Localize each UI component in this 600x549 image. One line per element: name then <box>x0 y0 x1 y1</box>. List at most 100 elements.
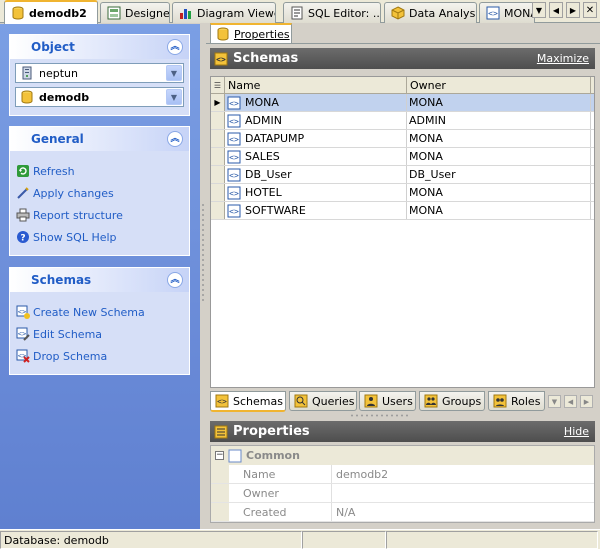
collapse-icon[interactable]: ︽ <box>167 272 183 288</box>
property-grid[interactable]: − Common Name demodb2 Owner Created N/A <box>210 445 595 523</box>
close-icon: ✕ <box>585 4 595 16</box>
table-row[interactable]: <> SOFTWARE MONA <box>211 202 594 220</box>
column-header-name[interactable]: Name <box>225 77 407 93</box>
maximize-link[interactable]: Maximize <box>537 52 589 65</box>
object-group-header[interactable]: Object ︽ <box>10 35 189 59</box>
drop-schema-task[interactable]: <> Drop Schema <box>10 345 189 367</box>
tab-list-dropdown-button[interactable]: ▼ <box>532 2 546 18</box>
row-indicator[interactable] <box>211 130 225 147</box>
database-select[interactable]: demodb ▼ <box>15 87 184 107</box>
schema-name: HOTEL <box>245 186 282 199</box>
chevron-down-icon[interactable]: ▼ <box>166 65 182 81</box>
owner-cell[interactable]: DB_User <box>407 166 591 183</box>
svg-text:<>: <> <box>229 171 239 180</box>
create-new-schema-task[interactable]: <> Create New Schema <box>10 301 189 323</box>
apply-changes-icon <box>17 187 29 199</box>
tab-scroll-right-button[interactable]: ▶ <box>580 395 593 408</box>
sql-icon <box>291 6 303 20</box>
arrow-right-icon: ▶ <box>569 5 577 15</box>
owner-cell[interactable]: MONA <box>407 130 591 147</box>
apply-changes-task[interactable]: Apply changes <box>10 182 189 204</box>
column-header-owner[interactable]: Owner <box>407 77 591 93</box>
name-cell[interactable]: <> DATAPUMP <box>225 130 407 147</box>
splitter-grip[interactable] <box>350 414 410 417</box>
row-indicator[interactable] <box>211 166 225 183</box>
tab-sql-editor[interactable]: SQL Editor: ... <box>283 2 381 23</box>
name-cell[interactable]: <> ADMIN <box>225 112 407 129</box>
property-value[interactable] <box>332 484 594 502</box>
database-icon <box>217 27 229 41</box>
name-cell[interactable]: <> HOTEL <box>225 184 407 201</box>
tab-scroll-right-button[interactable]: ▶ <box>566 2 580 18</box>
property-row[interactable]: Name demodb2 <box>211 465 594 484</box>
schemas-grid[interactable]: ☰ Name Owner ▶ <> MONA MONA <> ADMIN ADMIN <> DA… <box>210 76 595 388</box>
owner-cell[interactable]: MONA <box>407 202 591 219</box>
tab-designer[interactable]: Designer <box>100 2 170 23</box>
name-cell[interactable]: <> SALES <box>225 148 407 165</box>
chevron-down-icon: ▼ <box>551 397 558 406</box>
table-row[interactable]: <> DB_User DB_User <box>211 166 594 184</box>
server-select[interactable]: neptun ▼ <box>15 63 184 83</box>
tab-roles[interactable]: Roles <box>488 391 545 411</box>
row-indicator[interactable]: ▶ <box>211 94 225 111</box>
property-row[interactable]: Owner <box>211 484 594 503</box>
row-indicator[interactable] <box>211 112 225 129</box>
show-sql-help-task[interactable]: ? Show SQL Help <box>10 226 189 248</box>
schemas-group-header[interactable]: Schemas ︽ <box>10 268 189 292</box>
row-indicator[interactable] <box>211 202 225 219</box>
tab-scroll-left-button[interactable]: ◀ <box>549 2 563 18</box>
server-icon <box>22 66 32 80</box>
table-row[interactable]: <> ADMIN ADMIN <box>211 112 594 130</box>
document-tab-strip: demodb2 Designer Diagram Viewer SQL Edit… <box>0 0 600 24</box>
column-chooser-icon[interactable]: ☰ <box>211 77 225 93</box>
tab-users[interactable]: Users <box>359 391 416 411</box>
property-row[interactable]: Created N/A <box>211 503 594 522</box>
panel-title: Schemas <box>233 51 299 66</box>
owner-cell[interactable]: MONA <box>407 184 591 201</box>
table-row[interactable]: <> SALES MONA <box>211 148 594 166</box>
tab-queries[interactable]: Queries <box>289 391 357 411</box>
tab-scroll-left-button[interactable]: ◀ <box>564 395 577 408</box>
general-group-header[interactable]: General ︽ <box>10 127 189 151</box>
close-tab-button[interactable]: ✕ <box>583 2 597 18</box>
property-value[interactable]: demodb2 <box>332 465 594 483</box>
chevron-down-icon[interactable]: ▼ <box>166 89 182 105</box>
owner-cell[interactable]: ADMIN <box>407 112 591 129</box>
property-value[interactable]: N/A <box>332 503 594 521</box>
name-cell[interactable]: <> DB_User <box>225 166 407 183</box>
collapse-icon[interactable]: ︽ <box>167 131 183 147</box>
tab-mona[interactable]: <> MONA <box>479 2 535 23</box>
refresh-task[interactable]: Refresh <box>10 160 189 182</box>
tab-properties[interactable]: Properties <box>210 23 292 43</box>
tab-demodb2[interactable]: demodb2 <box>4 0 98 24</box>
hide-link[interactable]: Hide <box>564 425 589 438</box>
status-pane <box>302 531 386 549</box>
tab-groups[interactable]: Groups <box>419 391 485 411</box>
schema-icon: <> <box>227 96 241 109</box>
name-cell[interactable]: <> SOFTWARE <box>225 202 407 219</box>
row-indicator[interactable] <box>211 148 225 165</box>
table-row[interactable]: <> HOTEL MONA <box>211 184 594 202</box>
collapse-icon[interactable]: ︽ <box>167 39 183 55</box>
edit-schema-icon: <> <box>16 327 30 341</box>
table-row[interactable]: ▶ <> MONA MONA <box>211 94 594 112</box>
tab-data-analysis[interactable]: Data Analysis <box>384 2 477 23</box>
category-label: Common <box>246 449 300 462</box>
svg-text:<>: <> <box>229 207 239 216</box>
collapse-icon[interactable]: − <box>215 451 224 460</box>
schemas-group: Schemas ︽ <> Create New Schema <> Edit S… <box>9 267 190 375</box>
task-label: Apply changes <box>33 186 114 200</box>
row-indicator[interactable] <box>211 184 225 201</box>
owner-cell[interactable]: MONA <box>407 148 591 165</box>
row-margin <box>211 503 229 521</box>
panel-title: Properties <box>233 424 310 439</box>
table-row[interactable]: <> DATAPUMP MONA <box>211 130 594 148</box>
tab-diagram-viewer[interactable]: Diagram Viewer <box>172 2 276 23</box>
name-cell[interactable]: <> MONA <box>225 94 407 111</box>
tab-schemas[interactable]: <> Schemas <box>210 391 286 412</box>
tab-list-dropdown-button[interactable]: ▼ <box>548 395 561 408</box>
owner-cell[interactable]: MONA <box>407 94 591 111</box>
report-structure-task[interactable]: Report structure <box>10 204 189 226</box>
property-category[interactable]: − Common <box>211 446 594 465</box>
edit-schema-task[interactable]: <> Edit Schema <box>10 323 189 345</box>
